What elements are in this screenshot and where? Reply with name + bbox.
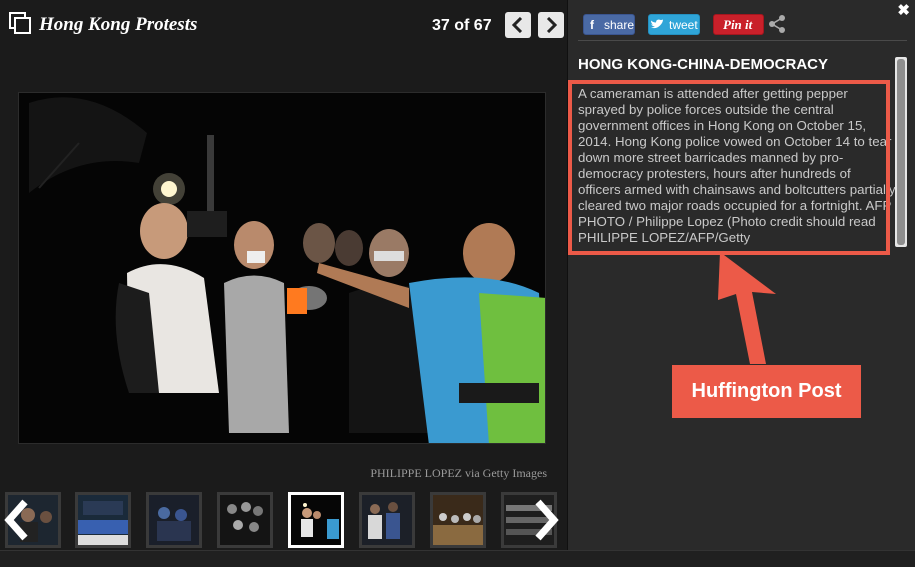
filmstrip-next-icon[interactable] (530, 498, 560, 542)
caption-scrollbar[interactable] (895, 57, 907, 247)
caption-title: HONG KONG-CHINA-DEMOCRACY (578, 56, 828, 73)
bottom-bar (0, 550, 915, 567)
thumbnail-3[interactable] (146, 492, 202, 548)
slide-counter: 37 of 67 (432, 17, 492, 34)
gallery-title: Hong Kong Protests (39, 14, 198, 35)
thumbnail-6[interactable] (359, 492, 415, 548)
pinterest-pin-button[interactable]: Pin it (713, 14, 764, 35)
caption-text: A cameraman is attended after getting pe… (578, 86, 896, 245)
thumbnail-5-active[interactable] (288, 492, 344, 548)
thumbnail-strip (0, 490, 566, 550)
facebook-share-label: share (603, 17, 634, 32)
close-button[interactable]: ✖ (897, 1, 910, 19)
divider (578, 40, 907, 41)
photo-credit: PHILIPPE LOPEZ via Getty Images (370, 466, 547, 480)
chevron-left-icon (512, 17, 523, 33)
gallery-icon (9, 12, 31, 34)
protest-photo-illustration (19, 93, 545, 443)
thumbnail-7[interactable] (430, 492, 486, 548)
twitter-share-label: tweet (669, 17, 698, 32)
next-button[interactable] (538, 12, 564, 38)
chevron-right-icon (546, 17, 557, 33)
filmstrip-prev-icon[interactable] (3, 498, 33, 542)
facebook-icon: f (589, 17, 594, 32)
annotation-arrow-icon (718, 252, 776, 364)
caption-panel: ✖ f share tweet Pin it HONG KONG-CHINA-D… (567, 0, 915, 550)
twitter-share-button[interactable]: tweet (648, 14, 700, 35)
pinterest-label: Pin it (723, 16, 753, 32)
thumbnail-4[interactable] (217, 492, 273, 548)
scrollbar-thumb[interactable] (897, 59, 905, 245)
twitter-icon (651, 19, 663, 29)
previous-button[interactable] (505, 12, 531, 38)
share-icon[interactable] (767, 14, 787, 34)
main-photo[interactable] (18, 92, 546, 444)
annotation-label: Huffington Post (672, 365, 861, 418)
thumbnail-2[interactable] (75, 492, 131, 548)
gallery-panel: Hong Kong Protests 37 of 67 PHILIPPE LOP… (0, 0, 566, 567)
facebook-share-button[interactable]: f share (583, 14, 635, 35)
